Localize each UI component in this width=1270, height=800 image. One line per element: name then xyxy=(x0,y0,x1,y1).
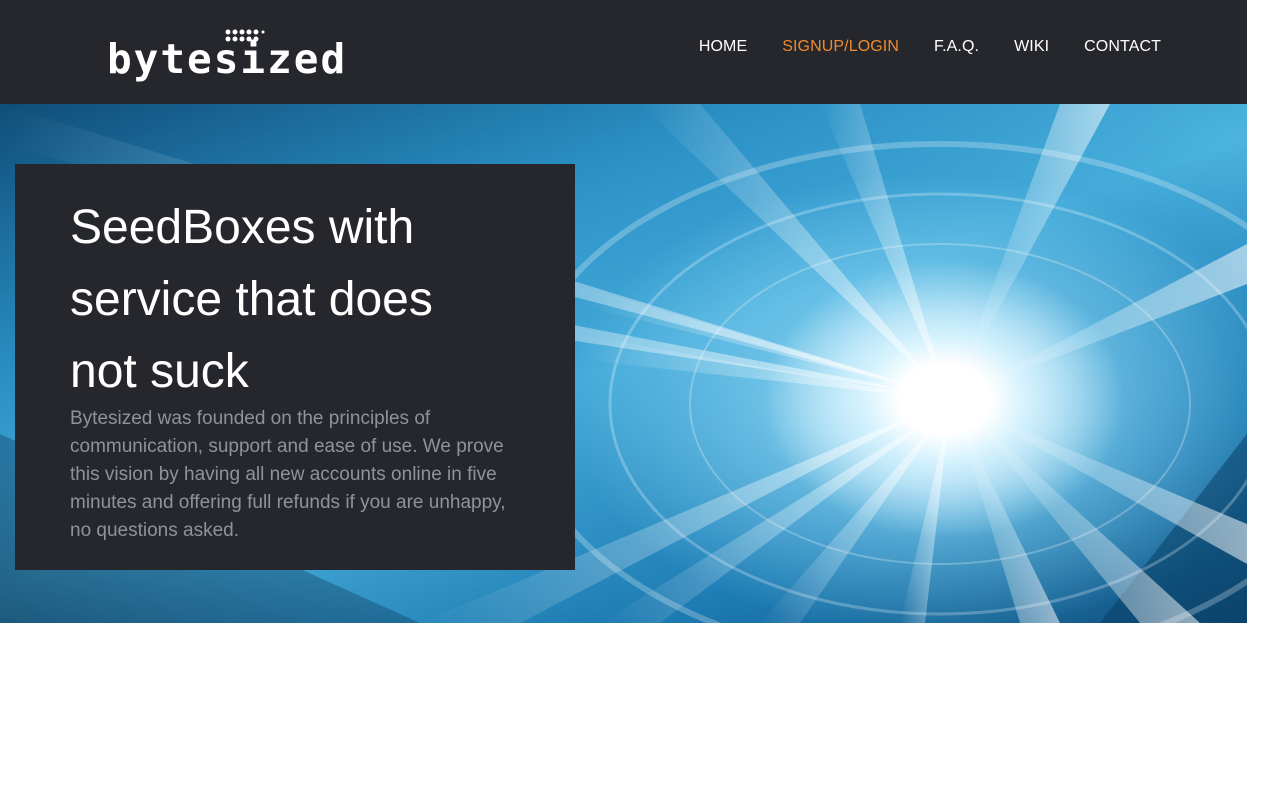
main-nav: HOME SIGNUP/LOGIN F.A.Q. WIKI CONTACT xyxy=(664,38,1161,56)
nav-faq[interactable]: F.A.Q. xyxy=(934,38,979,56)
nav-home[interactable]: HOME xyxy=(699,38,747,56)
site-header: bytesized HOME SIGNUP/LOGIN F.A.Q. WIKI … xyxy=(0,0,1247,104)
nav-contact[interactable]: CONTACT xyxy=(1084,38,1161,56)
hero-title: SeedBoxes with service that does not suc… xyxy=(70,201,433,398)
logo-text: bytesized xyxy=(107,35,348,83)
hero-description: Bytesized was founded on the principles … xyxy=(70,408,506,541)
hero-card: SeedBoxes with service that does not suc… xyxy=(15,164,575,570)
logo[interactable]: bytesized xyxy=(107,26,347,80)
page: bytesized HOME SIGNUP/LOGIN F.A.Q. WIKI … xyxy=(0,0,1247,800)
nav-wiki[interactable]: WIKI xyxy=(1014,38,1049,56)
hero-banner: SeedBoxes with service that does not suc… xyxy=(0,104,1247,623)
nav-signup-login[interactable]: SIGNUP/LOGIN xyxy=(782,38,899,56)
logo-dots-icon xyxy=(225,29,265,42)
